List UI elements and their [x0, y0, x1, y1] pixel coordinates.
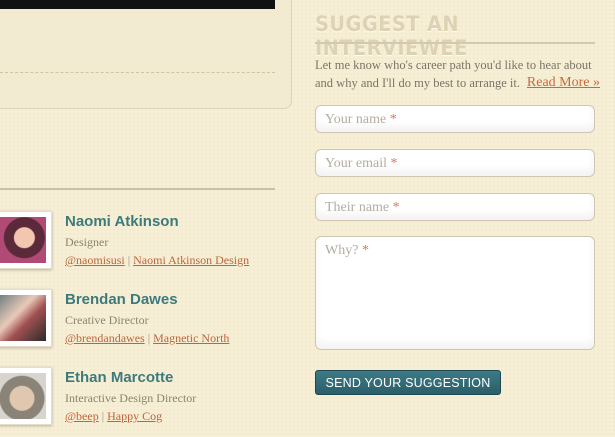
- video-player[interactable]: [0, 0, 275, 9]
- required-marker: *: [361, 243, 369, 258]
- person-links: @naomisusi | Naomi Atkinson Design: [65, 253, 249, 268]
- person-links: @beep | Happy Cog: [65, 409, 162, 424]
- divider: [0, 72, 275, 73]
- required-marker: *: [390, 156, 398, 171]
- person-role: Designer: [65, 235, 109, 249]
- field-placeholder: Your name: [325, 112, 387, 127]
- required-marker: *: [392, 200, 400, 215]
- list-item: Brendan Dawes Creative Director @brendan…: [0, 289, 280, 359]
- person-name: Ethan Marcotte: [65, 369, 174, 386]
- avatar[interactable]: [0, 211, 52, 269]
- list-item: Naomi Atkinson Designer @naomisusi | Nao…: [0, 211, 280, 281]
- send-suggestion-button[interactable]: SEND YOUR SUGGESTION: [315, 370, 501, 395]
- person-name: Brendan Dawes: [65, 291, 178, 308]
- title-underline: [315, 42, 595, 44]
- avatar-photo: [0, 295, 46, 341]
- your-name-field[interactable]: Your name *: [315, 105, 595, 133]
- person-name: Naomi Atkinson: [65, 213, 179, 230]
- person-role: Creative Director: [65, 313, 149, 327]
- field-placeholder: Why?: [325, 243, 359, 258]
- person-role: Interactive Design Director: [65, 391, 197, 405]
- required-marker: *: [389, 112, 397, 127]
- avatar-photo: [0, 373, 46, 419]
- company-link[interactable]: Naomi Atkinson Design: [133, 253, 249, 267]
- their-name-field[interactable]: Their name *: [315, 193, 595, 221]
- twitter-link[interactable]: @brendandawes: [65, 331, 145, 345]
- twitter-link[interactable]: @beep: [65, 409, 99, 423]
- avatar[interactable]: [0, 289, 52, 347]
- twitter-link[interactable]: @naomisusi: [65, 253, 125, 267]
- field-placeholder: Your email: [325, 156, 387, 171]
- section-divider: [0, 188, 275, 190]
- post-card: [0, 0, 292, 109]
- avatar-photo: [0, 217, 46, 263]
- section-title: SUGGEST AN INTERVIEWEE: [315, 12, 468, 60]
- link-separator: |: [101, 409, 105, 423]
- link-separator: |: [147, 331, 151, 345]
- avatar[interactable]: [0, 367, 52, 425]
- company-link[interactable]: Happy Cog: [107, 409, 162, 423]
- list-item: Ethan Marcotte Interactive Design Direct…: [0, 367, 280, 437]
- person-links: @brendandawes | Magnetic North: [65, 331, 229, 346]
- intro-text: Let me know who's career path you'd like…: [315, 58, 592, 90]
- your-email-field[interactable]: Your email *: [315, 149, 595, 177]
- why-textarea[interactable]: Why? *: [315, 236, 595, 350]
- company-link[interactable]: Magnetic North: [153, 331, 229, 345]
- field-placeholder: Their name: [325, 200, 390, 215]
- link-separator: |: [127, 253, 131, 267]
